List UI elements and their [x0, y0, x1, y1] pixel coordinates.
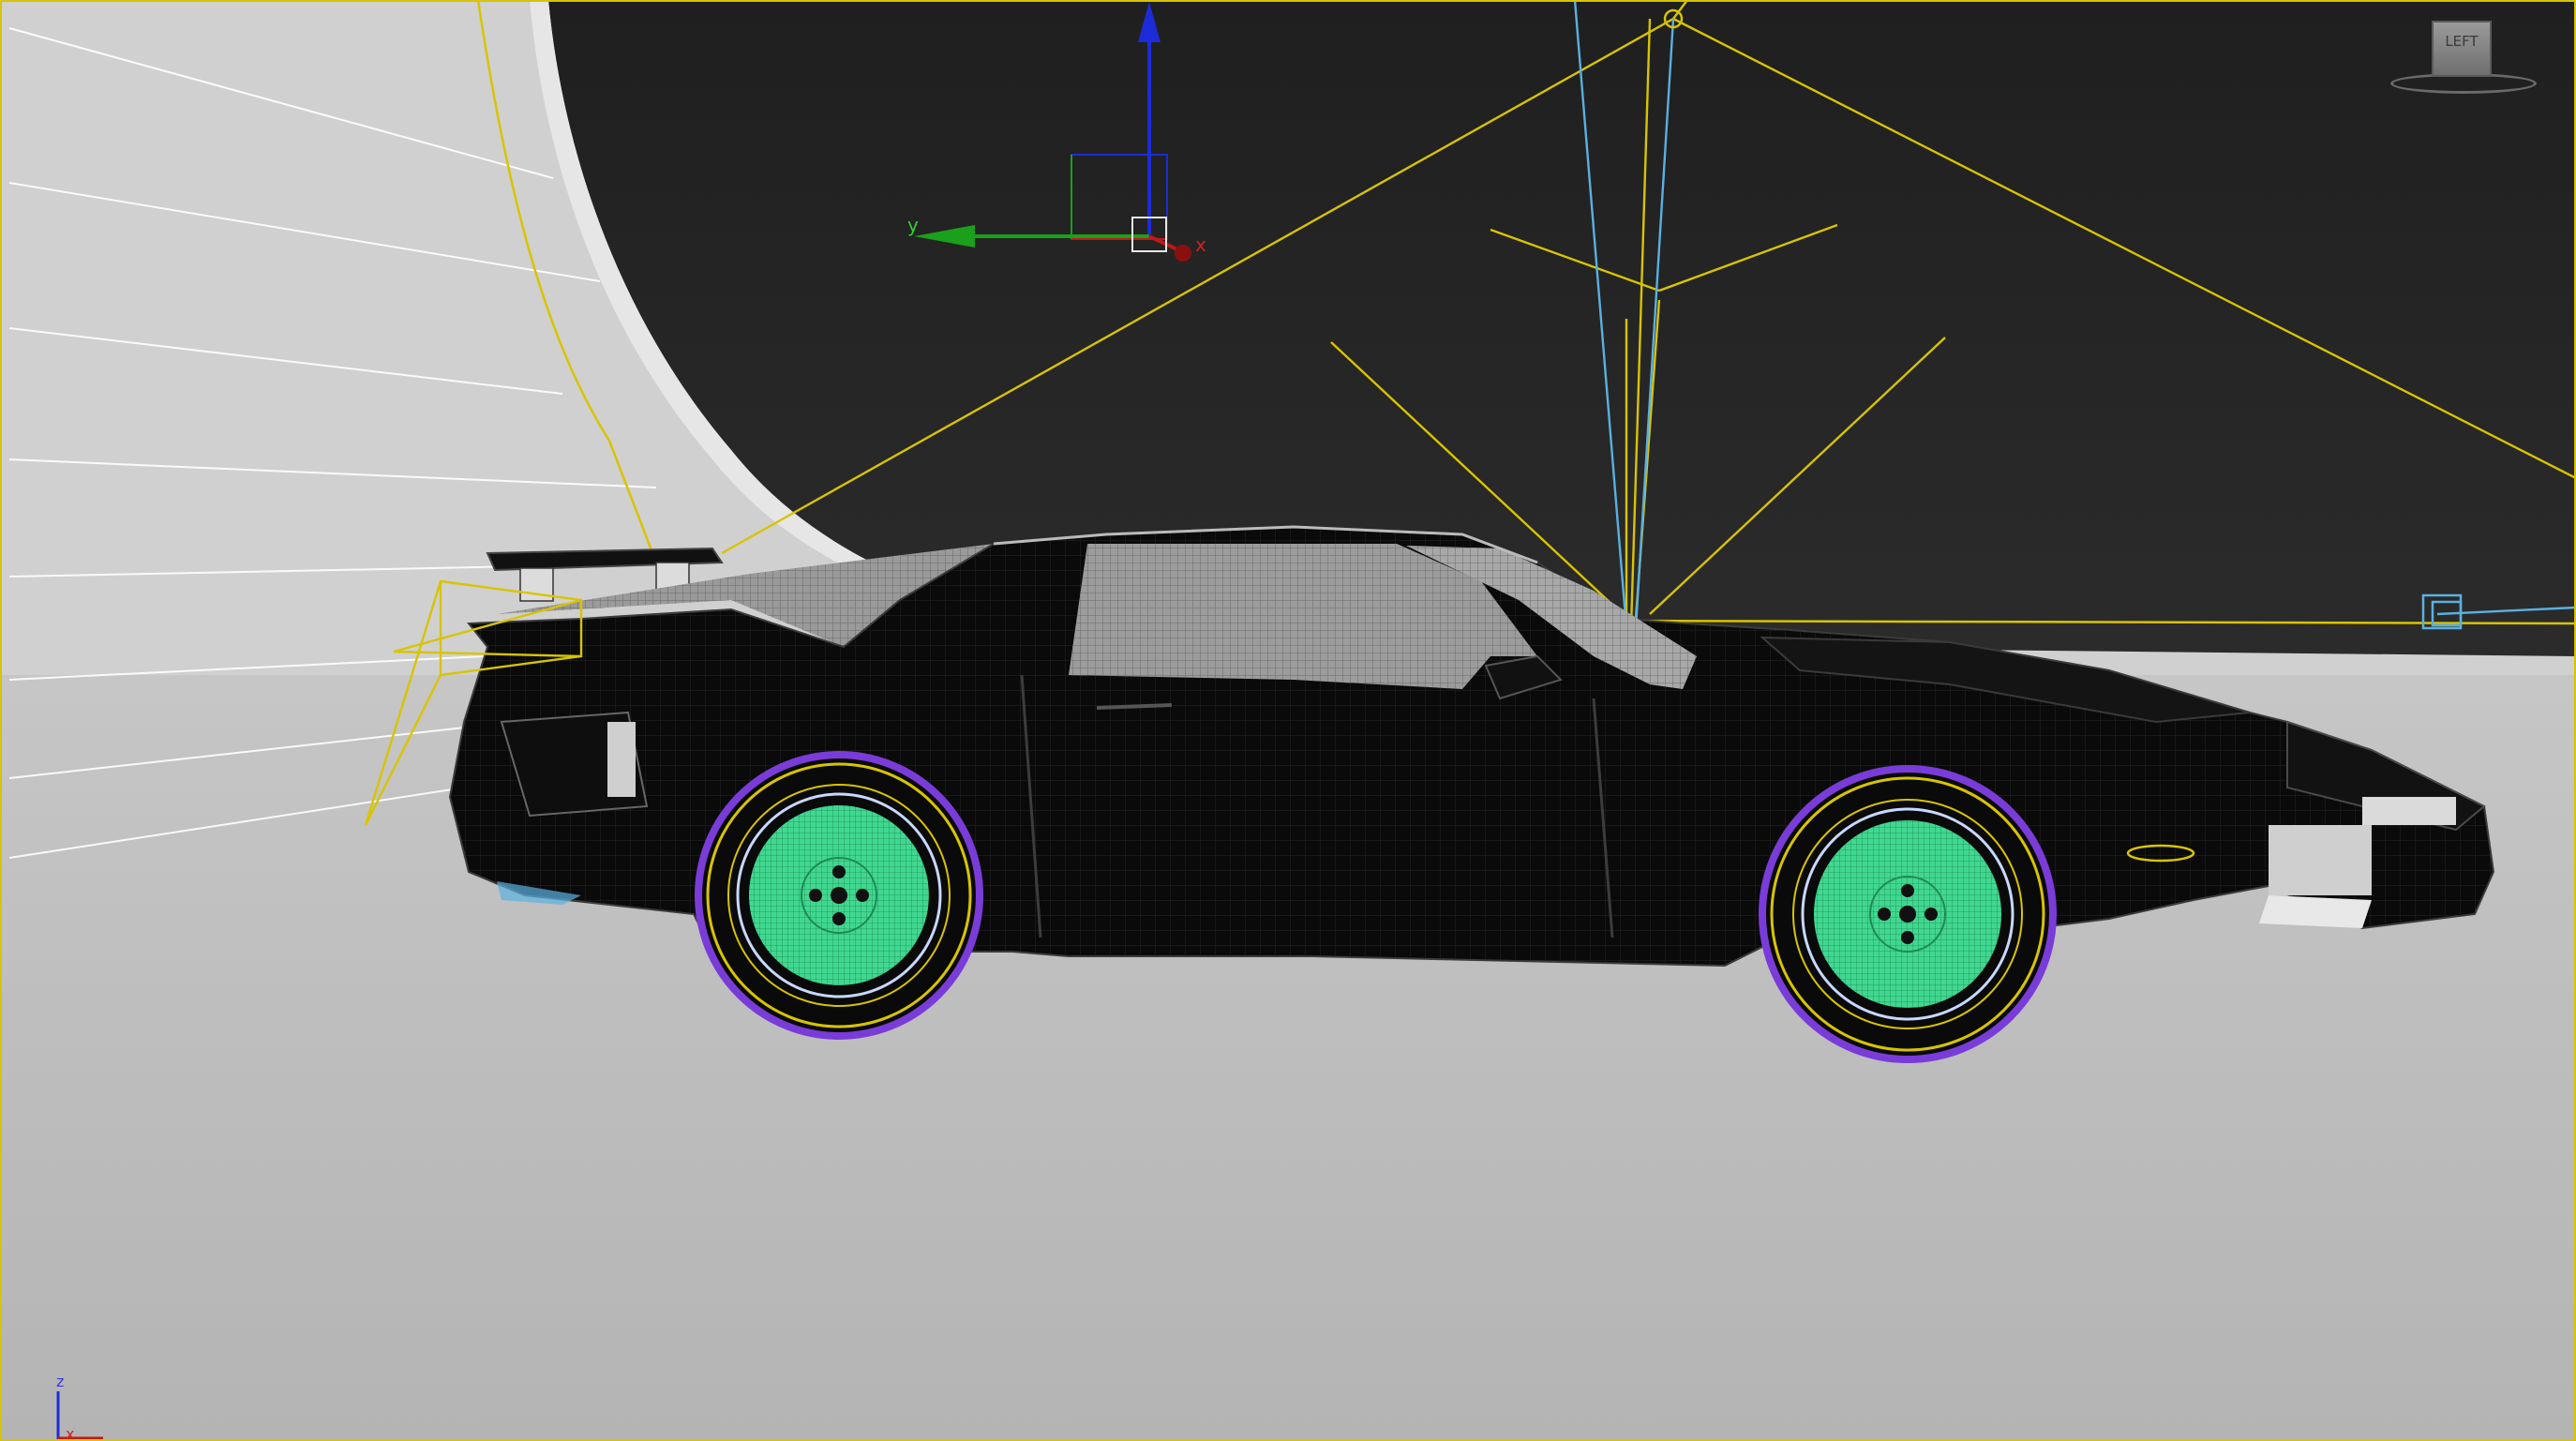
world-axis-x-label: x: [66, 1425, 75, 1441]
gizmo-y-label: y: [907, 214, 919, 236]
gizmo-x-label: x: [1195, 233, 1206, 256]
viewcube-icon[interactable]: LEFT: [2381, 17, 2550, 101]
rear-wheel[interactable]: [695, 751, 983, 1040]
world-axis-tripod-icon: z x: [47, 1373, 103, 1441]
front-wheel[interactable]: [1759, 765, 2057, 1063]
viewcube-face-label[interactable]: LEFT: [2432, 21, 2492, 77]
world-axis-z-label: z: [56, 1373, 65, 1390]
viewport-left[interactable]: y x LEFT z x: [0, 0, 2576, 1441]
scene-canvas[interactable]: y x: [0, 0, 2576, 1441]
